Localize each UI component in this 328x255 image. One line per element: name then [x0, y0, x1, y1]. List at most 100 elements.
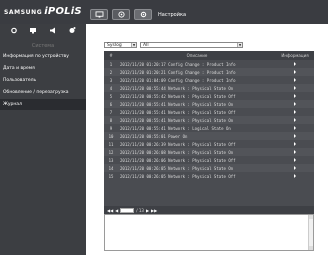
row-number: 10	[108, 133, 114, 139]
logo: SAMSUNG iPOLiS	[4, 6, 82, 18]
main-content: Syslog ▼ All ▼ # Описание Информация 1 20…	[86, 24, 328, 255]
row-description: 2012/11/20 00:55:44 Network : Physical S…	[120, 85, 234, 91]
table-row[interactable]: 12 2012/11/20 00:26:08 Network : Physical…	[104, 148, 314, 156]
sidebar-menu: Информация по устройству Дата и время По…	[0, 51, 86, 110]
info-arrow-button[interactable]	[276, 94, 314, 98]
row-description: 2012/11/20 01:20:17 Config Change : Prod…	[120, 61, 236, 67]
row-number: 2	[109, 69, 113, 75]
play-arrow-icon	[294, 110, 296, 114]
row-description: 2012/11/20 00:55:42 Network : Physical S…	[120, 93, 236, 99]
details-scrollbar[interactable]	[308, 215, 313, 250]
table-row[interactable]: 1 2012/11/20 01:20:17 Config Change : Pro…	[104, 60, 314, 68]
play-arrow-icon	[294, 166, 296, 170]
page-total: / 13	[136, 207, 144, 213]
column-header-description: Описание	[186, 53, 208, 58]
table-row[interactable]: 11 2012/11/20 00:26:39 Network : Physical…	[104, 140, 314, 148]
row-description: 2012/11/20 01:04:09 Config Change : Prod…	[120, 77, 236, 83]
table-row[interactable]: 13 2012/11/20 00:26:06 Network : Physical…	[104, 156, 314, 164]
pagination: ◀◀ ◀ / 13 ▶ ▶▶	[104, 206, 314, 214]
table-row[interactable]: 14 2012/11/20 00:26:05 Network : Physical…	[104, 164, 314, 172]
info-arrow-button[interactable]	[276, 70, 314, 74]
table-row[interactable]: 9 2012/11/20 00:55:41 Network : Logical S…	[104, 124, 314, 132]
info-arrow-button[interactable]	[276, 174, 314, 178]
sidebar-header: Система	[31, 43, 55, 49]
play-arrow-icon	[294, 102, 296, 106]
sidebar-item-date-time[interactable]: Дата и время	[0, 63, 86, 74]
info-arrow-button[interactable]	[276, 126, 314, 130]
prev-page-button[interactable]: ◀	[115, 208, 118, 213]
row-description: 2012/11/20 00:55:41 Network : Physical S…	[120, 109, 236, 115]
info-arrow-button[interactable]	[276, 150, 314, 154]
row-number: 13	[108, 157, 114, 163]
speaker-icon	[49, 27, 55, 34]
monitor-icon	[95, 11, 103, 18]
table-row[interactable]: 15 2012/11/20 00:26:05 Network : Physical…	[104, 172, 314, 180]
monitor-icon	[30, 28, 37, 34]
play-arrow-icon	[294, 174, 296, 178]
row-description: 2012/11/20 00:55:41 Network : Physical S…	[120, 101, 234, 107]
category-value: All	[143, 42, 149, 48]
system-category-tab[interactable]	[9, 26, 19, 35]
scroll-up-arrow[interactable]	[309, 215, 313, 219]
info-arrow-button[interactable]	[276, 158, 314, 162]
first-page-button[interactable]: ◀◀	[107, 208, 113, 213]
row-description: 2012/11/20 00:26:06 Network : Physical S…	[120, 157, 236, 163]
playback-button[interactable]	[112, 9, 130, 20]
column-header-info: Информация	[281, 53, 309, 58]
sidebar-category-icons	[0, 24, 86, 37]
log-details-box[interactable]	[104, 214, 314, 251]
log-table: # Описание Информация 1 2012/11/20 01:20:…	[104, 51, 314, 224]
info-arrow-button[interactable]	[276, 118, 314, 122]
info-arrow-button[interactable]	[276, 78, 314, 82]
info-arrow-button[interactable]	[276, 102, 314, 106]
gear-icon	[10, 27, 17, 34]
row-number: 11	[108, 141, 114, 147]
sidebar-item-log[interactable]: Журнал	[0, 99, 86, 110]
row-number: 7	[109, 109, 113, 115]
event-category-tab[interactable]	[67, 26, 77, 35]
table-row[interactable]: 4 2012/11/20 00:55:44 Network : Physical …	[104, 84, 314, 92]
table-row[interactable]: 2 2012/11/20 01:20:21 Config Change : Pro…	[104, 68, 314, 76]
next-page-button[interactable]: ▶	[146, 208, 149, 213]
info-arrow-button[interactable]	[276, 134, 314, 138]
info-arrow-button[interactable]	[276, 142, 314, 146]
table-row[interactable]: 7 2012/11/20 00:55:41 Network : Physical …	[104, 108, 314, 116]
chevron-down-icon: ▼	[131, 43, 136, 47]
sidebar-item-device-info[interactable]: Информация по устройству	[0, 51, 86, 62]
info-arrow-button[interactable]	[276, 166, 314, 170]
video-category-tab[interactable]	[28, 26, 38, 35]
sidebar-item-upgrade-reboot[interactable]: Обновление / перезагрузка	[0, 87, 86, 98]
play-arrow-icon	[294, 118, 296, 122]
last-page-button[interactable]: ▶▶	[151, 208, 157, 213]
audio-category-tab[interactable]	[48, 26, 58, 35]
table-row[interactable]: 6 2012/11/20 00:55:41 Network : Physical …	[104, 100, 314, 108]
row-number: 5	[109, 93, 113, 99]
table-row[interactable]: 8 2012/11/20 00:55:41 Network : Physical …	[104, 116, 314, 124]
alarm-icon	[69, 27, 76, 33]
info-arrow-button[interactable]	[276, 62, 314, 66]
live-view-button[interactable]	[90, 9, 108, 20]
table-row[interactable]: 5 2012/11/20 00:55:42 Network : Physical …	[104, 92, 314, 100]
row-description: 2012/11/20 01:20:21 Config Change : Prod…	[120, 69, 236, 75]
top-bar: SAMSUNG iPOLiS Настройка	[0, 0, 328, 24]
play-arrow-icon	[294, 62, 296, 66]
row-number: 15	[108, 173, 114, 179]
row-number: 9	[109, 125, 113, 131]
table-row[interactable]: 3 2012/11/20 01:04:09 Config Change : Pro…	[104, 76, 314, 84]
row-number: 1	[109, 61, 113, 67]
log-type-select[interactable]: Syslog ▼	[104, 42, 137, 48]
setup-button[interactable]	[134, 9, 152, 20]
info-arrow-button[interactable]	[276, 110, 314, 114]
scroll-down-arrow[interactable]	[309, 246, 313, 250]
table-row[interactable]: 10 2012/11/20 00:55:01 Power On	[104, 132, 314, 140]
log-filters: Syslog ▼ All ▼	[104, 42, 243, 48]
play-arrow-icon	[294, 158, 296, 162]
row-number: 4	[109, 85, 113, 91]
info-arrow-button[interactable]	[276, 86, 314, 90]
sidebar: Система Информация по устройству Дата и …	[0, 24, 86, 255]
page-number-input[interactable]	[120, 207, 135, 213]
sidebar-item-user[interactable]: Пользователь	[0, 75, 86, 86]
category-select[interactable]: All ▼	[140, 42, 243, 48]
play-arrow-icon	[294, 150, 296, 154]
row-description: 2012/11/20 00:26:05 Network : Physical S…	[120, 165, 234, 171]
